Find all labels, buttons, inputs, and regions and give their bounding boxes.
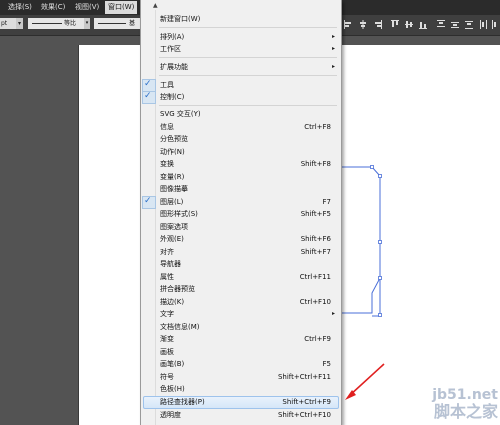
menu-item-separations-preview[interactable]: 分色预览 bbox=[141, 133, 341, 145]
menu-separator bbox=[159, 27, 337, 28]
selected-path[interactable] bbox=[340, 165, 382, 317]
menu-item-document-info[interactable]: 文档信息(M) bbox=[141, 321, 341, 333]
menu-item-stroke[interactable]: 描边(K) Ctrl+F10 bbox=[141, 296, 341, 308]
anchor-point[interactable] bbox=[378, 276, 382, 280]
menu-item-control[interactable]: ✓ 控制(C) bbox=[141, 91, 341, 104]
menu-item-layers[interactable]: ✓ 图层(L) F7 bbox=[141, 196, 341, 209]
menu-item-pathfinder[interactable]: 路径查找器(P) Shift+Ctrl+F9 bbox=[141, 396, 341, 409]
menu-item-actions[interactable]: 动作(N) bbox=[141, 146, 341, 158]
anchor-point[interactable] bbox=[378, 174, 382, 178]
menu-item-arrange[interactable]: 排列(A) ▸ bbox=[141, 31, 341, 43]
menu-item-new-window[interactable]: 新建窗口(W) bbox=[141, 13, 341, 25]
scroll-up-icon[interactable]: ▲ bbox=[153, 2, 158, 9]
menu-item-pattern-options[interactable]: 图案选项 bbox=[141, 221, 341, 233]
menu-item-extensions[interactable]: 扩展功能 ▸ bbox=[141, 61, 341, 73]
red-arrow-icon bbox=[345, 363, 385, 400]
anchor-point[interactable] bbox=[378, 313, 382, 317]
menu-item-appearance[interactable]: 外观(E) Shift+F6 bbox=[141, 233, 341, 245]
check-icon: ✓ bbox=[144, 196, 152, 206]
menu-item-flattener-preview[interactable]: 拼合器预览 bbox=[141, 283, 341, 295]
menu-item-svg-interactivity[interactable]: SVG 交互(Y) bbox=[141, 108, 341, 120]
menu-item-image-trace[interactable]: 图像描摹 bbox=[141, 183, 341, 195]
check-icon: ✓ bbox=[144, 91, 152, 101]
menu-item-type[interactable]: 文字 ▸ bbox=[141, 308, 341, 320]
chevron-right-icon: ▸ bbox=[331, 63, 335, 70]
menu-item-gradient[interactable]: 渐变 Ctrl+F9 bbox=[141, 333, 341, 345]
menu-item-tools[interactable]: ✓ 工具 bbox=[141, 79, 341, 92]
menu-item-workspace[interactable]: 工作区 ▸ bbox=[141, 43, 341, 55]
menu-item-brushes[interactable]: 画笔(B) F5 bbox=[141, 358, 341, 370]
chevron-right-icon: ▸ bbox=[331, 33, 335, 40]
chevron-right-icon: ▸ bbox=[331, 45, 335, 52]
menu-item-navigator[interactable]: 导航器 bbox=[141, 258, 341, 270]
anchor-point[interactable] bbox=[378, 240, 382, 244]
menu-item-align[interactable]: 对齐 Shift+F7 bbox=[141, 246, 341, 258]
menu-separator bbox=[159, 75, 337, 76]
menu-item-info[interactable]: 信息 Ctrl+F8 bbox=[141, 121, 341, 133]
menu-separator bbox=[159, 105, 337, 106]
anchor-point[interactable] bbox=[370, 165, 374, 169]
menu-item-symbols[interactable]: 符号 Shift+Ctrl+F11 bbox=[141, 371, 341, 383]
watermark-name: 脚本之家 bbox=[433, 402, 498, 421]
menu-item-transform[interactable]: 变换 Shift+F8 bbox=[141, 158, 341, 170]
menu-item-transparency[interactable]: 透明度 Shift+Ctrl+F10 bbox=[141, 409, 341, 421]
menu-item-attributes[interactable]: 属性 Ctrl+F11 bbox=[141, 271, 341, 283]
chevron-right-icon: ▸ bbox=[331, 310, 335, 317]
menu-separator bbox=[159, 57, 337, 58]
menu-item-swatches[interactable]: 色板(H) bbox=[141, 383, 341, 395]
menu-item-artboards[interactable]: 画板 bbox=[141, 346, 341, 358]
watermark: jb51.net 脚本之家 bbox=[432, 387, 498, 421]
watermark-url: jb51.net bbox=[432, 387, 498, 403]
window-menu-dropdown: ▲ 新建窗口(W) 排列(A) ▸ 工作区 ▸ 扩展功能 ▸ ✓ 工具 ✓ 控制… bbox=[140, 0, 342, 425]
check-icon: ✓ bbox=[144, 79, 152, 89]
menu-item-variables[interactable]: 变量(R) bbox=[141, 171, 341, 183]
menu-item-graphic-styles[interactable]: 图形样式(S) Shift+F5 bbox=[141, 208, 341, 220]
